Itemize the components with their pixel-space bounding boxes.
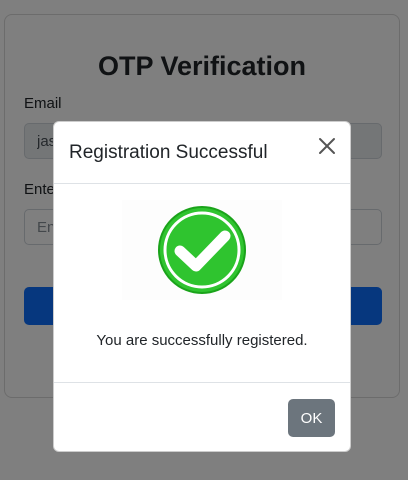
check-circle-icon: [158, 206, 246, 294]
success-message: You are successfully registered.: [96, 332, 308, 349]
close-icon: [319, 138, 335, 154]
modal-body: You are successfully registered.: [54, 184, 350, 382]
success-image: [122, 200, 282, 300]
success-modal: Registration Successful You are successf…: [53, 121, 351, 452]
page: OTP Verification Email Ente Registration…: [0, 0, 408, 480]
modal-header: Registration Successful: [54, 122, 350, 184]
close-button[interactable]: [314, 133, 340, 159]
modal-title: Registration Successful: [69, 142, 268, 163]
ok-button[interactable]: OK: [288, 399, 335, 437]
modal-footer: OK: [54, 382, 350, 451]
